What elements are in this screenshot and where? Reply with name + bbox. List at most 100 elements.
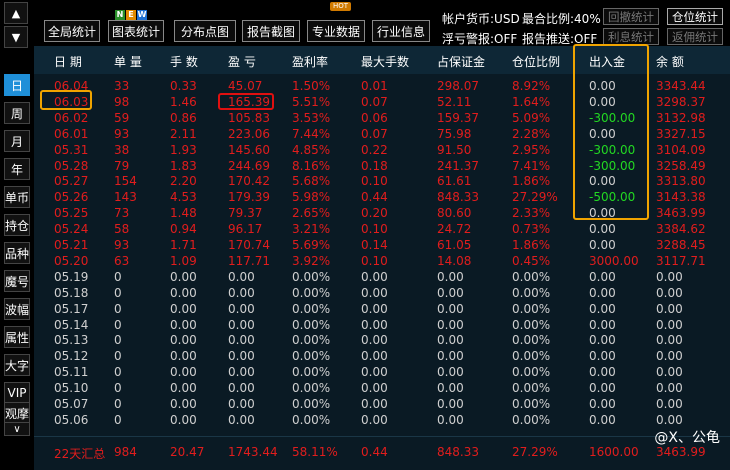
scroll-up-arrow-icon[interactable]: ▲: [4, 2, 28, 24]
table-cell-col-balance: 3298.37: [656, 94, 706, 109]
summary-cell-col-lots: 20.47: [170, 445, 205, 459]
table-cell-col-lots: 2.20: [170, 174, 197, 189]
deposit-column-highlight: [573, 44, 649, 220]
table-cell-col-date: 05.07: [54, 397, 89, 411]
table-cell-col-orders: 59: [114, 110, 130, 125]
header-col-position-ratio[interactable]: 仓位比例: [512, 53, 560, 70]
tab-vip[interactable]: VIP: [4, 382, 30, 404]
table-cell-col-profit: 0.00: [228, 301, 255, 316]
table-cell-col-margin: 0.00: [437, 333, 464, 348]
header-col-profit[interactable]: 盈 亏: [228, 53, 256, 70]
chart-stats-button[interactable]: 图表统计: [108, 20, 164, 42]
tab-year[interactable]: 年: [4, 158, 30, 180]
tab-attributes[interactable]: 属性: [4, 326, 30, 348]
distribution-chart-button[interactable]: 分布点图: [174, 20, 236, 42]
table-cell-col-orders: 0: [114, 285, 122, 300]
table-cell-col-lots: 0.00: [170, 317, 197, 332]
table-cell-col-orders: 73: [114, 206, 130, 221]
table-cell-col-profit: 0.00: [228, 412, 255, 427]
table-cell-col-lots: 0.00: [170, 285, 197, 300]
table-cell-col-lots: 2.11: [170, 126, 197, 141]
table-cell-col-position-ratio: 27.29%: [512, 190, 558, 205]
profit-highlight: [218, 93, 274, 110]
table-cell-col-balance: 0.00: [656, 365, 683, 380]
summary-divider: [34, 436, 730, 437]
more-tabs-chevron-icon[interactable]: ∨: [4, 422, 30, 436]
header-col-balance[interactable]: 余 额: [656, 53, 684, 70]
pro-data-button[interactable]: 专业数据: [307, 20, 365, 42]
table-cell-col-orders: 0: [114, 412, 122, 427]
table-cell-col-position-ratio: 0.00%: [512, 365, 551, 380]
tab-large-font[interactable]: 大字: [4, 354, 30, 376]
table-cell-col-orders: 79: [114, 158, 130, 173]
summary-cell-col-deposit: 1600.00: [589, 445, 639, 459]
table-cell-col-margin: 159.37: [437, 110, 479, 125]
table-cell-col-margin: 61.05: [437, 238, 472, 252]
table-cell-col-margin: 24.72: [437, 222, 472, 237]
table-cell-col-deposit: 0.00: [589, 349, 616, 364]
table-cell-col-profit: 0.00: [228, 365, 255, 380]
table-cell-col-margin: 241.37: [437, 158, 479, 173]
table-cell-col-balance: 3132.98: [656, 110, 706, 125]
table-cell-col-margin: 14.08: [437, 253, 472, 268]
table-cell-col-profit-rate: 0.00%: [292, 365, 331, 380]
tab-magic-number[interactable]: 魔号: [4, 270, 30, 292]
table-cell-col-profit: 79.37: [228, 206, 263, 221]
table-cell-col-profit: 170.74: [228, 238, 270, 252]
table-cell-col-balance: 3463.99: [656, 206, 706, 221]
scroll-down-arrow-icon[interactable]: ▼: [4, 26, 28, 48]
tab-volatility[interactable]: 波幅: [4, 298, 30, 320]
float-loss-alert-label: 浮亏警报:OFF: [442, 32, 518, 46]
header-col-max-lots[interactable]: 最大手数: [361, 53, 409, 70]
table-cell-col-profit-rate: 3.92%: [292, 253, 331, 268]
table-cell-col-profit: 96.17: [228, 222, 263, 237]
position-stats-button[interactable]: 仓位统计: [667, 8, 723, 25]
tab-day[interactable]: 日: [4, 74, 30, 96]
table-cell-col-max-lots: 0.00: [361, 397, 388, 411]
rebate-stats-button[interactable]: 返佣统计: [667, 28, 723, 45]
table-cell-col-max-lots: 0.18: [361, 158, 388, 173]
table-cell-col-profit-rate: 5.51%: [292, 94, 331, 109]
table-cell-col-max-lots: 0.20: [361, 206, 388, 221]
tab-week[interactable]: 周: [4, 102, 30, 124]
table-cell-col-position-ratio: 0.00%: [512, 333, 551, 348]
table-cell-col-max-lots: 0.00: [361, 301, 388, 316]
table-cell-col-profit-rate: 0.00%: [292, 412, 331, 427]
table-cell-col-balance: 3104.09: [656, 142, 706, 157]
new-badge: NEW: [115, 10, 147, 20]
report-screenshot-button[interactable]: 报告截图: [242, 20, 300, 42]
header-col-lots[interactable]: 手 数: [170, 53, 198, 70]
table-cell-col-position-ratio: 1.86%: [512, 238, 551, 252]
table-cell-col-profit-rate: 0.00%: [292, 301, 331, 316]
table-cell-col-profit: 145.60: [228, 142, 270, 157]
account-currency-label: 帐户货币:USD: [442, 12, 520, 26]
table-cell-col-profit-rate: 4.85%: [292, 142, 331, 157]
tab-single-currency[interactable]: 单币: [4, 186, 30, 208]
overall-stats-button[interactable]: 全局统计: [44, 20, 100, 42]
industry-info-button[interactable]: 行业信息: [372, 20, 430, 42]
table-cell-col-position-ratio: 1.86%: [512, 174, 551, 189]
table-cell-col-date: 06.01: [54, 126, 89, 141]
table-cell-col-profit-rate: 5.69%: [292, 238, 331, 252]
tab-month[interactable]: 月: [4, 130, 30, 152]
tab-observe[interactable]: 观摩: [4, 402, 30, 424]
table-cell-col-lots: 1.71: [170, 238, 197, 252]
table-cell-col-position-ratio: 0.00%: [512, 285, 551, 300]
drawdown-stats-button[interactable]: 回撤统计: [603, 8, 659, 25]
table-cell-col-date: 05.20: [54, 253, 89, 268]
header-col-orders[interactable]: 单 量: [114, 53, 142, 70]
header-col-date[interactable]: 日 期: [54, 53, 82, 70]
table-cell-col-position-ratio: 2.28%: [512, 126, 551, 141]
table-cell-col-date: 05.26: [54, 190, 89, 205]
table-cell-col-profit-rate: 5.98%: [292, 190, 331, 205]
tab-symbol[interactable]: 品种: [4, 242, 30, 264]
tab-holdings[interactable]: 持仓: [4, 214, 30, 236]
table-cell-col-max-lots: 0.10: [361, 253, 388, 268]
interest-stats-button[interactable]: 利息统计: [603, 28, 659, 45]
table-cell-col-max-lots: 0.07: [361, 94, 388, 109]
table-cell-col-max-lots: 0.00: [361, 317, 388, 332]
header-col-margin[interactable]: 占保证金: [437, 53, 485, 70]
table-cell-col-orders: 0: [114, 301, 122, 316]
table-cell-col-profit: 223.06: [228, 126, 270, 141]
header-col-profit-rate[interactable]: 盈利率: [292, 53, 328, 70]
